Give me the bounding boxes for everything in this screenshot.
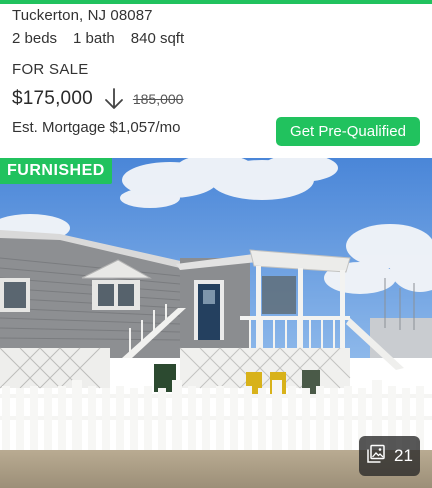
get-pre-qualified-button[interactable]: Get Pre-Qualified — [276, 117, 420, 146]
top-accent-bar — [0, 0, 432, 4]
photo-count: 21 — [394, 446, 413, 465]
listing-price: $175,000 — [12, 88, 93, 109]
price-row: $175,000 185,000 — [12, 86, 183, 112]
image-gallery-icon — [366, 444, 386, 469]
photo-count-button[interactable]: 21 — [359, 436, 420, 476]
listing-specs: 2 beds 1 bath 840 sqft — [12, 30, 184, 47]
beds-count: 2 beds — [12, 30, 58, 47]
previous-price: 185,000 — [132, 91, 184, 107]
listing-status: FOR SALE — [12, 61, 89, 78]
baths-count: 1 bath — [73, 30, 115, 47]
sqft-value: 840 sqft — [130, 30, 185, 47]
listing-address[interactable]: Tuckerton, NJ 08087 — [12, 7, 153, 24]
estimated-mortgage[interactable]: Est. Mortgage $1,057/mo — [12, 119, 180, 136]
arrow-down-icon — [103, 87, 125, 111]
furnished-badge: FURNISHED — [0, 158, 112, 184]
